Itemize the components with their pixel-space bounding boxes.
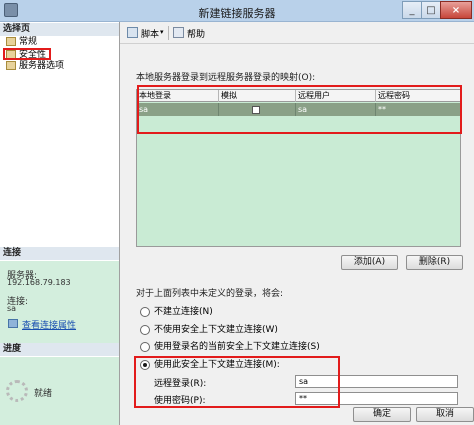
select-page-heading: 选择页 <box>0 23 119 36</box>
progress-heading: 进度 <box>0 343 119 356</box>
progress-spinner-icon <box>6 380 28 402</box>
page-icon <box>6 61 16 70</box>
security-context-highlight-box <box>134 356 340 408</box>
ok-button[interactable]: 确定 <box>353 407 411 422</box>
mapping-section-label: 本地服务器登录到远程服务器登录的映射(O): <box>136 73 316 83</box>
radio-label: 使用登录名的当前安全上下文建立连接(S) <box>154 342 320 352</box>
nav-item-label: 常规 <box>19 37 38 47</box>
radio-dot[interactable] <box>140 307 150 317</box>
script-button[interactable]: 脚本 <box>141 27 159 40</box>
minimize-button[interactable]: _ <box>402 1 422 19</box>
grid-highlight-box <box>137 85 462 134</box>
right-pane: 脚本 ▾ 帮助 本地服务器登录到远程服务器登录的映射(O): 本地登录 模拟 远… <box>120 22 474 425</box>
page-icon <box>6 37 16 46</box>
properties-icon <box>8 319 18 328</box>
view-connection-properties-link[interactable]: 查看连接属性 <box>22 318 76 331</box>
radio-label: 不建立连接(N) <box>154 307 213 317</box>
close-button[interactable]: × <box>440 1 472 19</box>
radio-no-connection[interactable]: 不建立连接(N) <box>140 306 213 318</box>
maximize-button[interactable]: □ <box>421 1 441 19</box>
toolbar-separator <box>168 26 169 40</box>
help-button[interactable]: 帮助 <box>187 27 205 40</box>
radio-no-security-context[interactable]: 不使用安全上下文建立连接(W) <box>140 324 278 336</box>
undefined-logins-label: 对于上面列表中未定义的登录，将会: <box>136 289 284 299</box>
security-highlight-box <box>3 48 51 60</box>
connection-heading: 连接 <box>0 247 119 260</box>
progress-status: 就绪 <box>34 389 53 399</box>
radio-dot[interactable] <box>140 342 150 352</box>
nav-item-server-options[interactable]: 服务器选项 <box>6 60 64 72</box>
cancel-button[interactable]: 取消 <box>416 407 474 422</box>
script-dropdown-arrow-icon[interactable]: ▾ <box>160 28 164 36</box>
radio-current-security-context[interactable]: 使用登录名的当前安全上下文建立连接(S) <box>140 341 320 353</box>
delete-button[interactable]: 删除(R) <box>406 255 463 270</box>
radio-label: 不使用安全上下文建立连接(W) <box>154 325 278 335</box>
title-bar: 新建链接服务器 _ □ × <box>0 0 474 22</box>
left-pane: 选择页 常规 安全性 服务器选项 连接 服务器: 192.168.79.183 … <box>0 22 120 425</box>
server-value: 192.168.79.183 <box>7 278 71 287</box>
add-button[interactable]: 添加(A) <box>341 255 398 270</box>
nav-item-general[interactable]: 常规 <box>6 36 37 48</box>
nav-item-label: 服务器选项 <box>19 61 65 71</box>
toolbar: 脚本 ▾ 帮助 <box>120 22 474 44</box>
connect-value: sa <box>7 304 17 313</box>
help-icon <box>173 27 184 38</box>
script-icon <box>127 27 138 38</box>
radio-dot[interactable] <box>140 325 150 335</box>
